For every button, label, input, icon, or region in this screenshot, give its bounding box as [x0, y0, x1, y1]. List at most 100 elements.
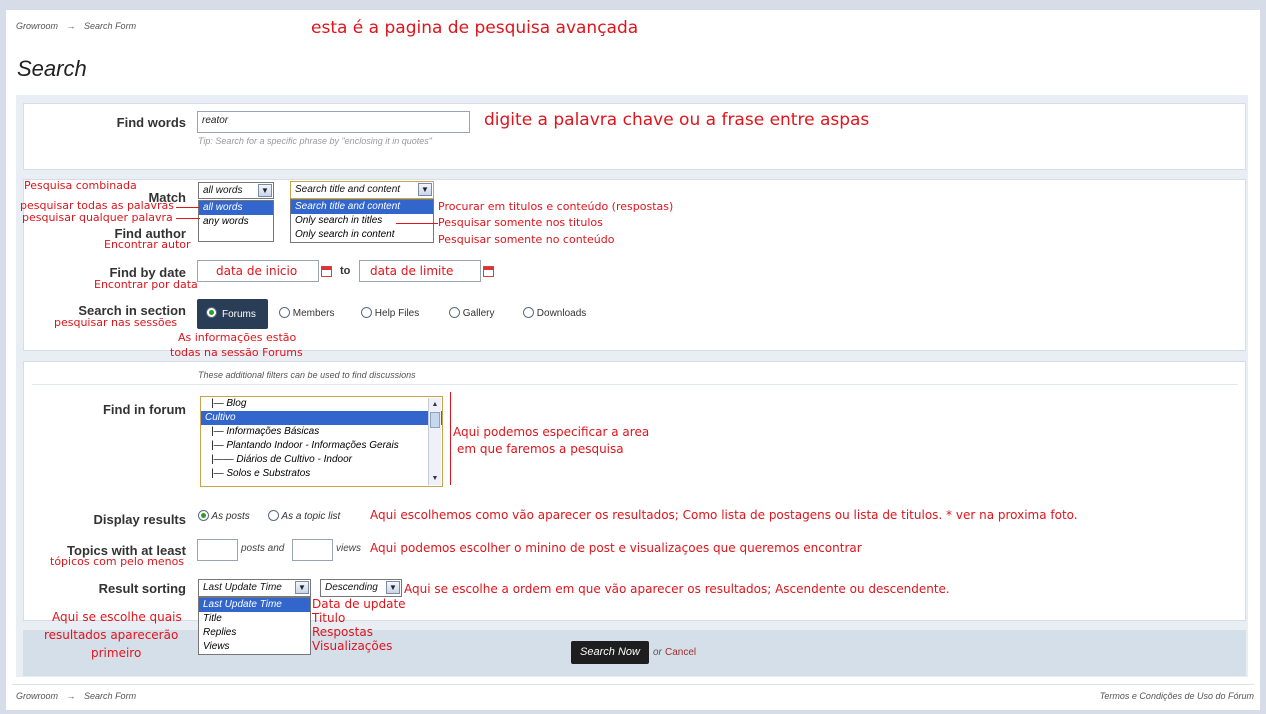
chevron-down-icon: ▼ [418, 183, 432, 196]
display-option: As a topic list [281, 511, 341, 522]
forum-scrollbar[interactable]: ▲ ▼ [428, 398, 441, 485]
forum-item[interactable]: |—— Diários de Cultivo - Indoor [207, 453, 442, 467]
display-option: As posts [211, 511, 250, 522]
match-scope-value: Search title and content [295, 184, 401, 195]
radio-icon [523, 307, 534, 318]
breadcrumb: Growroom → Search Form [16, 21, 136, 31]
section-option: Members [292, 308, 335, 319]
annotation-sections: pesquisar nas sessões [54, 316, 178, 329]
page-title: Search [17, 56, 87, 81]
sort-field-select[interactable]: Last Update Time ▼ [198, 579, 311, 597]
forum-item[interactable]: Cultivo [201, 411, 442, 425]
radio-icon [206, 307, 217, 318]
filters-note: These additional filters can be used to … [198, 370, 416, 380]
annotation-only-content: Pesquisar somente no conteúdo [438, 233, 615, 246]
calendar-icon[interactable] [321, 266, 332, 277]
annotation-bracket [450, 392, 451, 485]
scroll-up-icon[interactable]: ▲ [429, 398, 441, 411]
date-to-label: to [340, 265, 351, 277]
scroll-down-icon[interactable]: ▼ [429, 472, 441, 485]
annotation-author: Encontrar autor [104, 238, 191, 251]
annotation-arrow [176, 218, 200, 219]
section-downloads-option[interactable]: Downloads [523, 307, 586, 319]
sort-order-select[interactable]: Descending ▼ [320, 579, 402, 597]
breadcrumb-home[interactable]: Growroom [16, 691, 58, 701]
display-as-topics-option[interactable]: As a topic list [268, 510, 340, 522]
date-to-input[interactable]: data de limite [359, 260, 481, 282]
radio-icon [361, 307, 372, 318]
annotation-info-1: As informações estão [178, 331, 297, 344]
views-label: views [336, 543, 362, 554]
date-from-input[interactable]: data de inicio [197, 260, 319, 282]
sort-option[interactable]: Views [199, 640, 310, 654]
radio-icon [198, 510, 209, 521]
forum-listbox[interactable]: |— Blog Cultivo |— Informações Básicas |… [200, 396, 443, 487]
match-scope-option[interactable]: Only search in titles [291, 214, 433, 228]
section-forums-tab[interactable]: Forums [197, 299, 268, 329]
sort-option[interactable]: Replies [199, 626, 310, 640]
match-scope-dropdown[interactable]: Search title and content Only search in … [290, 199, 434, 243]
section-members-option[interactable]: Members [279, 307, 334, 319]
annotation-find-words: digite a palavra chave ou a frase entre … [484, 110, 870, 130]
annotation-which-2: resultados aparecerão [44, 628, 179, 642]
breadcrumb-current: Search Form [84, 691, 137, 701]
sort-option[interactable]: Title [199, 612, 310, 626]
footer-terms-link[interactable]: Termos e Condições de Uso do Fórum [1100, 691, 1254, 701]
divider [32, 384, 1238, 385]
annotation-sort-views: Visualizações [312, 639, 393, 653]
sort-field-dropdown[interactable]: Last Update Time Title Replies Views [198, 597, 311, 655]
annotation-forum-2: em que faremos a pesquisa [457, 442, 624, 456]
annotation-order: Aqui se escolhe a ordem em que vão apare… [404, 582, 950, 596]
match-words-select[interactable]: all words ▼ [198, 182, 274, 199]
min-posts-input[interactable] [197, 539, 238, 561]
match-scope-option[interactable]: Only search in content [291, 228, 433, 242]
match-scope-option[interactable]: Search title and content [291, 200, 433, 214]
forum-item[interactable]: |— Informações Básicas [207, 425, 442, 439]
match-words-value: all words [203, 185, 243, 196]
sort-order-value: Descending [325, 582, 378, 593]
cancel-link[interactable]: Cancel [665, 647, 696, 658]
annotation-sort-replies: Respostas [312, 625, 373, 639]
annotation-topics-2: Aqui podemos escolher o minino de post e… [370, 541, 862, 555]
calendar-icon[interactable] [483, 266, 494, 277]
display-as-posts-option[interactable]: As posts [198, 510, 250, 522]
annotation-top: esta é a pagina de pesquisa avançada [311, 18, 639, 38]
chevron-down-icon: ▼ [386, 581, 400, 594]
page: Growroom → Search Form esta é a pagina d… [6, 10, 1260, 710]
annotation-arrow [176, 207, 200, 208]
sort-field-value: Last Update Time [203, 582, 282, 593]
section-option: Forums [222, 309, 256, 320]
sort-option[interactable]: Last Update Time [199, 598, 310, 612]
section-option: Help Files [374, 308, 420, 319]
section-gallery-option[interactable]: Gallery [449, 307, 494, 319]
annotation-forum-1: Aqui podemos especificar a area [453, 425, 650, 439]
find-words-tip: Tip: Search for a specific phrase by "en… [198, 136, 432, 146]
search-now-button[interactable]: Search Now [571, 641, 649, 664]
match-scope-select[interactable]: Search title and content ▼ [290, 181, 434, 199]
annotation-title-content: Procurar em titulos e conteúdo (resposta… [438, 200, 674, 213]
footer-breadcrumb: Growroom → Search Form [16, 691, 136, 701]
match-words-dropdown[interactable]: all words any words [198, 200, 274, 242]
forum-item[interactable]: |— Plantando Indoor - Informações Gerais [207, 439, 442, 453]
breadcrumb-home[interactable]: Growroom [16, 21, 58, 31]
radio-icon [279, 307, 290, 318]
match-words-option[interactable]: all words [199, 201, 273, 215]
section-help-option[interactable]: Help Files [361, 307, 419, 319]
annotation-arrow [396, 223, 438, 224]
annotation-sort-update: Data de update [312, 597, 406, 611]
annotation-only-titles: Pesquisar somente nos titulos [438, 216, 603, 229]
find-words-input[interactable]: reator [197, 111, 470, 133]
radio-icon [268, 510, 279, 521]
annotation-start-date: data de inicio [216, 264, 298, 278]
scroll-thumb[interactable] [430, 412, 440, 428]
or-text: or [653, 647, 662, 658]
min-views-input[interactable] [292, 539, 333, 561]
chevron-down-icon: ▼ [258, 184, 272, 197]
footer-divider [12, 684, 1254, 685]
match-words-option[interactable]: any words [199, 215, 273, 229]
forum-item[interactable]: |— Solos e Substratos [207, 467, 442, 481]
annotation-topics-1: tópicos com pelo menos [50, 555, 185, 568]
forum-item[interactable]: |— Blog [207, 397, 442, 411]
annotation-by-date: Encontrar por data [94, 278, 198, 291]
section-option: Downloads [536, 308, 587, 319]
